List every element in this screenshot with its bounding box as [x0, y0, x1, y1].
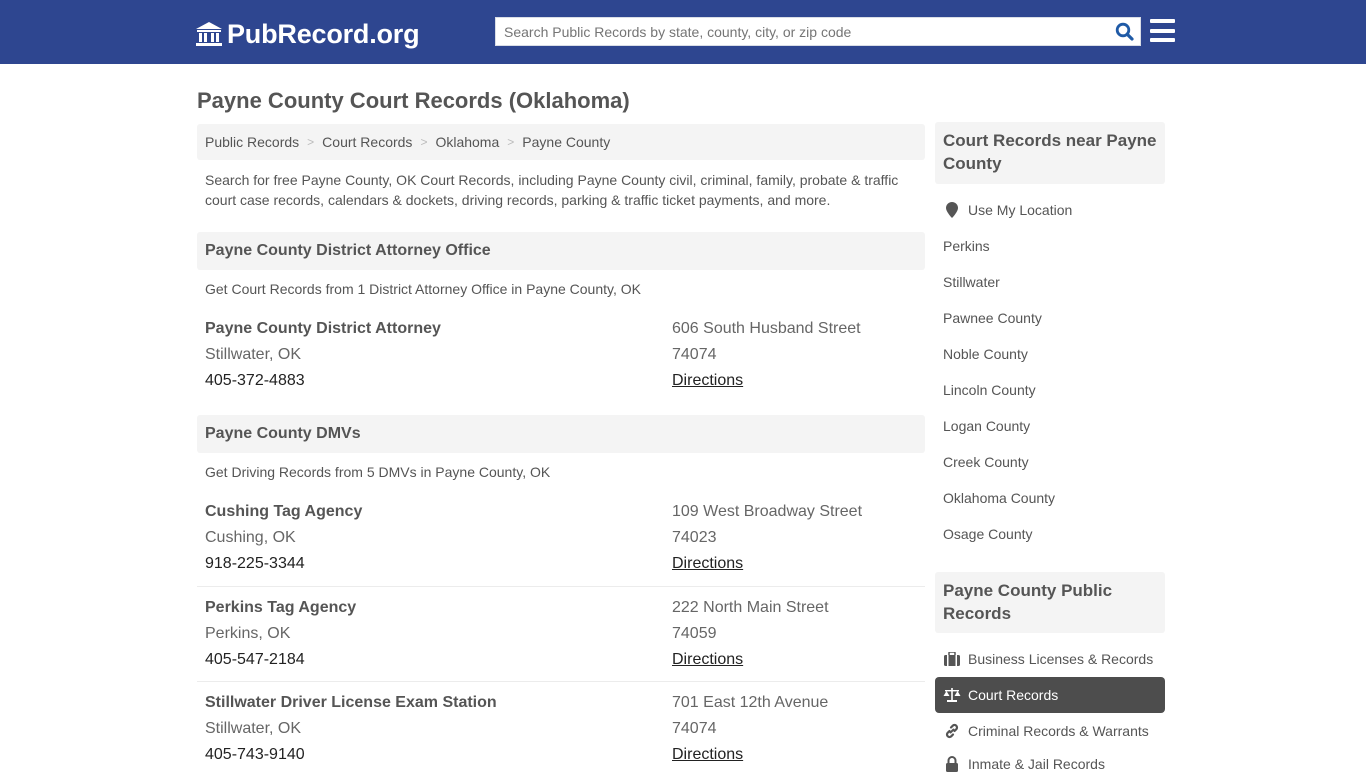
sidebar-item-criminal-records[interactable]: Criminal Records & Warrants [943, 723, 1149, 739]
entry-city: Stillwater, OK [205, 720, 302, 737]
sidebar-item-label: Business Licenses & Records [968, 651, 1154, 667]
entry-zip: 74059 [672, 625, 717, 642]
breadcrumb-public-records[interactable]: Public Records [205, 134, 299, 150]
list-item: Perkins Tag Agency Perkins, OK 405-547-2… [197, 586, 925, 681]
search-icon [1115, 22, 1134, 41]
sidebar-item-label: Criminal Records & Warrants [968, 723, 1149, 739]
top-navbar: PubRecord.org [0, 0, 1366, 64]
directions-link[interactable]: Directions [672, 551, 862, 577]
entry-phone[interactable]: 405-372-4883 [205, 368, 441, 394]
sidebar-heading-public-records: Payne County Public Records [935, 572, 1165, 633]
search-bar [495, 17, 1141, 46]
sidebar-item-creek-county[interactable]: Creek County [943, 454, 1029, 470]
section-subtitle: Get Court Records from 1 District Attorn… [205, 281, 641, 297]
sidebar-item-osage-county[interactable]: Osage County [943, 526, 1033, 542]
directions-link[interactable]: Directions [672, 742, 828, 768]
menu-bar [1150, 28, 1175, 33]
section-heading-district-attorney: Payne County District Attorney Office [197, 232, 925, 270]
breadcrumb-separator: > [307, 135, 315, 149]
entry-name: Cushing Tag Agency [205, 503, 363, 520]
sidebar-item-perkins[interactable]: Perkins [943, 238, 990, 254]
entry-phone[interactable]: 918-225-3344 [205, 551, 362, 577]
breadcrumb-separator: > [507, 135, 515, 149]
directions-link[interactable]: Directions [672, 647, 829, 673]
list-item: Stillwater Driver License Exam Station S… [197, 681, 925, 776]
entry-address: 606 South Husband Street [672, 320, 861, 337]
sidebar-item-oklahoma-county[interactable]: Oklahoma County [943, 490, 1055, 506]
menu-bar [1150, 38, 1175, 42]
breadcrumb-court-records[interactable]: Court Records [322, 134, 412, 150]
sidebar-item-business-licenses[interactable]: Business Licenses & Records [943, 651, 1153, 667]
breadcrumb-oklahoma[interactable]: Oklahoma [435, 134, 499, 150]
sidebar-item-logan-county[interactable]: Logan County [943, 418, 1030, 434]
sidebar-item-pawnee-county[interactable]: Pawnee County [943, 310, 1042, 326]
section-heading-dmvs: Payne County DMVs [197, 415, 925, 453]
sidebar-item-inmate-records[interactable]: Inmate & Jail Records [943, 756, 1105, 772]
entry-address: 222 North Main Street [672, 599, 829, 616]
entry-zip: 74023 [672, 529, 717, 546]
breadcrumb-payne-county[interactable]: Payne County [522, 134, 610, 150]
entry-city: Stillwater, OK [205, 346, 302, 363]
lock-icon [943, 756, 961, 772]
sidebar-item-noble-county[interactable]: Noble County [943, 346, 1028, 362]
entry-city: Perkins, OK [205, 625, 291, 642]
entry-name: Stillwater Driver License Exam Station [205, 694, 497, 711]
entry-address: 701 East 12th Avenue [672, 694, 829, 711]
hamburger-menu-button[interactable] [1150, 19, 1175, 42]
intro-text: Search for free Payne County, OK Court R… [205, 172, 899, 208]
sidebar-heading-nearby: Court Records near Payne County [935, 122, 1165, 184]
courthouse-icon [196, 22, 222, 46]
entry-address: 109 West Broadway Street [672, 503, 863, 520]
entry-city: Cushing, OK [205, 529, 296, 546]
search-button[interactable] [1108, 18, 1140, 45]
directions-link[interactable]: Directions [672, 368, 861, 394]
entry-name: Perkins Tag Agency [205, 599, 357, 616]
entry-phone[interactable]: 405-547-2184 [205, 647, 356, 673]
sidebar-item-label: Inmate & Jail Records [968, 756, 1105, 772]
entry-zip: 74074 [672, 346, 717, 363]
scale-icon [943, 687, 961, 703]
page-title: Payne County Court Records (Oklahoma) [197, 88, 630, 113]
sidebar-item-label: Court Records [968, 687, 1059, 703]
section-subtitle: Get Driving Records from 5 DMVs in Payne… [205, 464, 551, 480]
menu-bar [1150, 19, 1175, 23]
link-icon [943, 723, 961, 739]
sidebar-item-court-records[interactable]: Court Records [935, 677, 1165, 713]
entry-name: Payne County District Attorney [205, 320, 441, 337]
use-my-location-label: Use My Location [968, 202, 1073, 218]
entry-phone[interactable]: 405-743-9140 [205, 742, 497, 768]
entry-zip: 74074 [672, 720, 717, 737]
list-item: Cushing Tag Agency Cushing, OK 918-225-3… [197, 499, 925, 594]
map-marker-icon [943, 202, 961, 218]
sidebar-item-lincoln-county[interactable]: Lincoln County [943, 382, 1036, 398]
sidebar-item-stillwater[interactable]: Stillwater [943, 274, 1000, 290]
site-logo[interactable]: PubRecord.org [195, 18, 420, 50]
list-item: Payne County District Attorney Stillwate… [197, 316, 925, 411]
logo-text: PubRecord.org [227, 18, 420, 49]
use-my-location-link[interactable]: Use My Location [943, 202, 1072, 218]
breadcrumb: Public Records > Court Records > Oklahom… [197, 124, 925, 160]
search-input[interactable] [496, 18, 1108, 45]
briefcase-icon [943, 651, 961, 667]
breadcrumb-separator: > [420, 135, 428, 149]
